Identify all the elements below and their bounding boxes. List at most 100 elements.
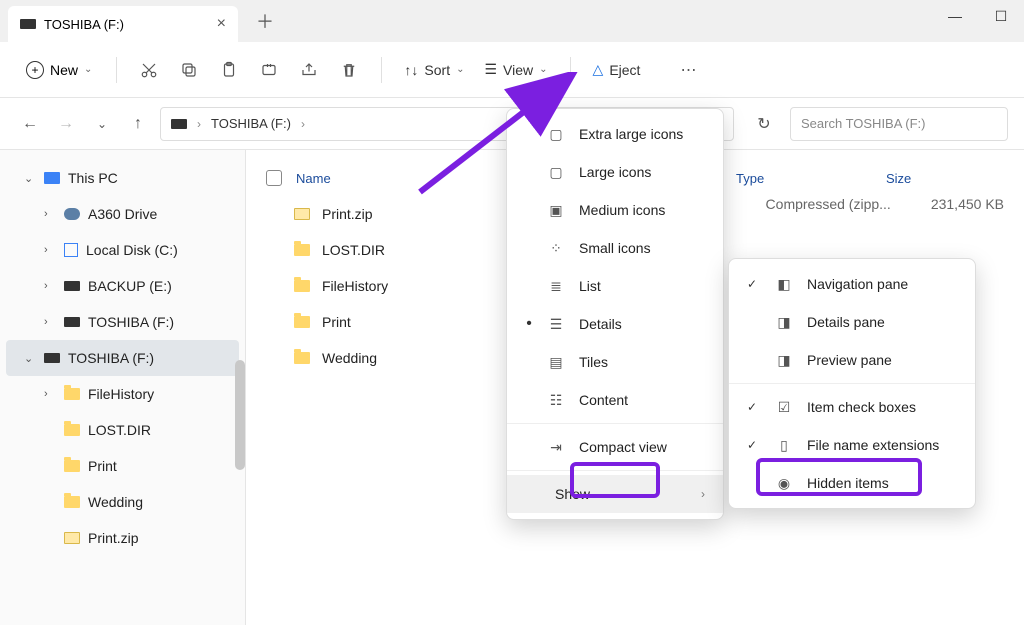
menu-item-details-pane[interactable]: ◨Details pane [729,303,975,341]
file-size: 231,450 KB [931,196,1004,212]
sidebar-item-toshiba-2[interactable]: ⌄ TOSHIBA (F:) [6,340,239,376]
recent-button[interactable]: ⌄ [88,110,116,138]
menu-item-content[interactable]: ☷Content [507,381,723,419]
folder-icon [294,352,310,364]
menu-item-list[interactable]: ≣List [507,267,723,305]
sidebar-item-filehistory[interactable]: › FileHistory [6,376,239,412]
sidebar-item-lostdir[interactable]: LOST.DIR [6,412,239,448]
new-tab-button[interactable]: ＋ [256,8,274,34]
pane-icon: ◧ [775,275,793,293]
file-name: Print.zip [322,206,373,222]
drive-icon [64,317,80,327]
sidebar-item-wedding[interactable]: Wedding [6,484,239,520]
sidebar-label: Print.zip [88,530,139,546]
select-all-checkbox[interactable] [266,170,282,186]
menu-item-small-icons[interactable]: ⁘Small icons [507,229,723,267]
cut-button[interactable] [131,52,167,88]
eject-button[interactable]: △ Eject [585,55,649,84]
chevron-right-icon: › [44,208,56,220]
copy-button[interactable] [171,52,207,88]
tab-toshiba[interactable]: TOSHIBA (F:) × [8,6,238,42]
chevron-down-icon: ⌄ [539,64,547,75]
view-button[interactable]: ☰ View ⌄ [476,55,555,84]
menu-item-medium-icons[interactable]: ▣Medium icons [507,191,723,229]
search-box[interactable] [790,107,1008,141]
compact-icon: ⇥ [547,438,565,456]
close-tab-button[interactable]: × [217,15,226,33]
refresh-button[interactable]: ↻ [746,107,782,141]
folder-icon [294,316,310,328]
chevron-down-icon: ⌄ [24,352,36,365]
tiles-icon: ▤ [547,353,565,371]
paste-button[interactable] [211,52,247,88]
maximize-button[interactable]: ☐ [978,0,1024,32]
sidebar-label: TOSHIBA (F:) [88,314,174,330]
window-controls: — ☐ [932,0,1024,32]
folder-icon [294,280,310,292]
eye-icon: ◉ [775,474,793,492]
search-input[interactable] [801,116,997,131]
grid-icon: ▣ [547,201,565,219]
sort-button[interactable]: ↑↓ Sort ⌄ [396,56,472,84]
file-name: Wedding [322,350,377,366]
sidebar-label: FileHistory [88,386,154,402]
sort-icon: ↑↓ [404,62,418,78]
zip-icon [294,208,310,220]
menu-item-preview-pane[interactable]: ◨Preview pane [729,341,975,379]
more-button[interactable]: ⋯ [670,52,706,88]
tab-bar: TOSHIBA (F:) × ＋ [0,0,1024,42]
sidebar-item-printzip[interactable]: Print.zip [6,520,239,556]
show-submenu: ✓◧Navigation pane ◨Details pane ◨Preview… [728,258,976,509]
menu-item-details[interactable]: •☰Details [507,305,723,343]
menu-item-file-extensions[interactable]: ✓▯File name extensions [729,426,975,464]
plus-icon: + [26,61,44,79]
drive-icon [171,119,187,129]
new-button[interactable]: + New ⌄ [16,55,102,85]
sidebar-item-toshiba-1[interactable]: › TOSHIBA (F:) [6,304,239,340]
menu-item-show[interactable]: Show› [507,475,723,513]
chevron-down-icon: ⌄ [24,172,36,185]
forward-button[interactable]: → [52,110,80,138]
sidebar-item-local-disk[interactable]: › Local Disk (C:) [6,232,239,268]
grid-icon: ▢ [547,163,565,181]
navigation-pane: ⌄ This PC › A360 Drive › Local Disk (C:)… [0,150,246,625]
folder-icon [64,496,80,508]
breadcrumb-drive[interactable]: TOSHIBA (F:) [211,116,291,131]
eject-icon: △ [593,61,604,78]
menu-item-compact-view[interactable]: ⇥Compact view [507,428,723,466]
menu-item-large-icons[interactable]: ▢Large icons [507,153,723,191]
menu-item-navigation-pane[interactable]: ✓◧Navigation pane [729,265,975,303]
list-icon: ≣ [547,277,565,295]
drive-icon [20,19,36,29]
column-type[interactable]: Type [736,171,886,186]
pane-icon: ◨ [775,351,793,369]
rename-button[interactable] [251,52,287,88]
back-button[interactable]: ← [16,110,44,138]
menu-item-tiles[interactable]: ▤Tiles [507,343,723,381]
share-button[interactable] [291,52,327,88]
folder-icon [64,460,80,472]
sidebar-item-backup[interactable]: › BACKUP (E:) [6,268,239,304]
eject-label: Eject [609,62,640,78]
scrollbar[interactable] [235,360,245,470]
sidebar-item-print[interactable]: Print [6,448,239,484]
sidebar-label: Wedding [88,494,143,510]
sidebar-item-this-pc[interactable]: ⌄ This PC [6,160,239,196]
column-size[interactable]: Size [886,171,966,186]
sidebar-label: BACKUP (E:) [88,278,172,294]
chevron-right-icon: › [44,388,56,400]
menu-item-item-checkboxes[interactable]: ✓☑Item check boxes [729,388,975,426]
up-button[interactable]: ↑ [124,110,152,138]
chevron-down-icon: ⌄ [84,64,92,75]
file-meta-row: Compressed (zipp... 231,450 KB [766,196,1004,212]
chevron-right-icon: › [301,117,305,131]
menu-item-extra-large-icons[interactable]: ▢Extra large icons [507,115,723,153]
chevron-right-icon: › [44,244,56,256]
column-name[interactable]: Name [296,171,526,186]
minimize-button[interactable]: — [932,0,978,32]
sidebar-item-a360[interactable]: › A360 Drive [6,196,239,232]
delete-button[interactable] [331,52,367,88]
sidebar-label: LOST.DIR [88,422,151,438]
menu-item-hidden-items[interactable]: ◉Hidden items [729,464,975,502]
chevron-right-icon: › [44,316,56,328]
